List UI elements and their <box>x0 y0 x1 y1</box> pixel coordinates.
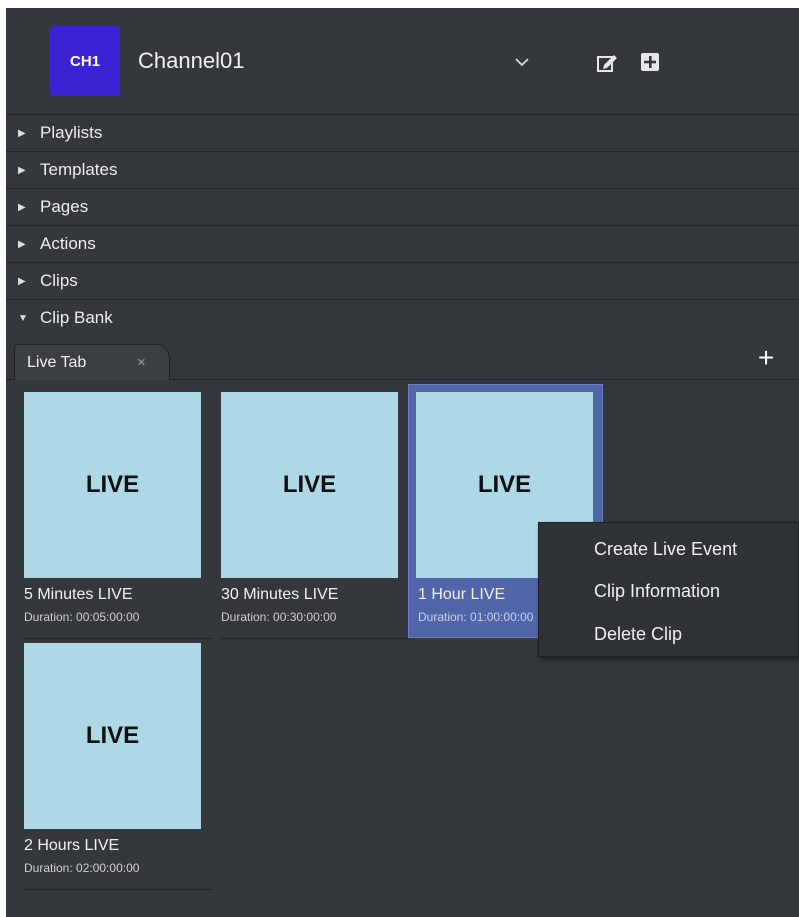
section-pages[interactable]: ▶ Pages <box>6 188 799 225</box>
clip-name: 30 Minutes LIVE <box>221 586 339 603</box>
menu-item-clip-information[interactable]: Clip Information <box>594 581 720 602</box>
clip-card[interactable]: LIVE 5 Minutes LIVE Duration: 00:05:00:0… <box>12 392 212 640</box>
clip-duration: Duration: 02:00:00:00 <box>24 861 140 875</box>
channel-badge[interactable]: CH1 <box>50 26 120 96</box>
section-clip-bank[interactable]: ▼ Clip Bank <box>6 299 799 336</box>
clip-divider <box>24 638 212 639</box>
channel-panel: CH1 Channel01 ▶ Playlists ▶ Templates ▶ … <box>6 8 799 917</box>
section-playlists[interactable]: ▶ Playlists <box>6 114 799 151</box>
tab-live[interactable]: Live Tab × <box>14 344 170 380</box>
section-label: Templates <box>40 160 118 179</box>
clip-name: 5 Minutes LIVE <box>24 586 133 603</box>
section-label: Clip Bank <box>40 308 113 327</box>
section-list: ▶ Playlists ▶ Templates ▶ Pages ▶ Action… <box>6 114 799 336</box>
clip-bank-tabbar: Live Tab × + <box>6 342 799 380</box>
clip-divider <box>24 889 212 890</box>
channel-name[interactable]: Channel01 <box>138 48 244 74</box>
clip-divider <box>221 638 409 639</box>
clip-duration: Duration: 00:30:00:00 <box>221 610 337 624</box>
menu-item-delete-clip[interactable]: Delete Clip <box>594 624 682 645</box>
section-label: Playlists <box>40 123 103 142</box>
expand-arrow-icon: ▶ <box>18 164 26 176</box>
expand-arrow-icon: ▶ <box>18 201 26 213</box>
close-icon[interactable]: × <box>137 354 146 371</box>
clip-card[interactable]: LIVE 30 Minutes LIVE Duration: 00:30:00:… <box>209 392 409 640</box>
tab-label: Live Tab <box>27 353 87 371</box>
clip-card[interactable]: LIVE 2 Hours LIVE Duration: 02:00:00:00 <box>12 643 212 891</box>
clip-thumbnail[interactable]: LIVE <box>24 643 201 829</box>
chevron-down-icon[interactable] <box>514 54 530 70</box>
clip-thumbnail[interactable]: LIVE <box>221 392 398 578</box>
clip-context-menu: Create Live Event Clip Information Delet… <box>538 522 799 657</box>
expand-arrow-icon: ▶ <box>18 238 26 250</box>
clip-name: 2 Hours LIVE <box>24 837 120 854</box>
section-templates[interactable]: ▶ Templates <box>6 151 799 188</box>
section-label: Actions <box>40 234 96 253</box>
section-clips[interactable]: ▶ Clips <box>6 262 799 299</box>
channel-header: CH1 Channel01 <box>6 8 799 112</box>
add-channel-icon[interactable] <box>640 52 660 72</box>
clip-thumbnail[interactable]: LIVE <box>24 392 201 578</box>
expand-arrow-icon: ▶ <box>18 275 26 287</box>
section-label: Clips <box>40 271 78 290</box>
expand-arrow-icon: ▶ <box>18 127 26 139</box>
edit-icon[interactable] <box>596 52 618 74</box>
menu-item-create-live-event[interactable]: Create Live Event <box>594 539 737 560</box>
section-label: Pages <box>40 197 89 216</box>
section-actions[interactable]: ▶ Actions <box>6 225 799 262</box>
clip-duration: Duration: 01:00:00:00 <box>418 610 534 624</box>
collapse-arrow-icon: ▼ <box>18 312 28 324</box>
add-tab-button[interactable]: + <box>754 344 778 372</box>
clip-name: 1 Hour LIVE <box>418 586 506 603</box>
clip-duration: Duration: 00:05:00:00 <box>24 610 140 624</box>
